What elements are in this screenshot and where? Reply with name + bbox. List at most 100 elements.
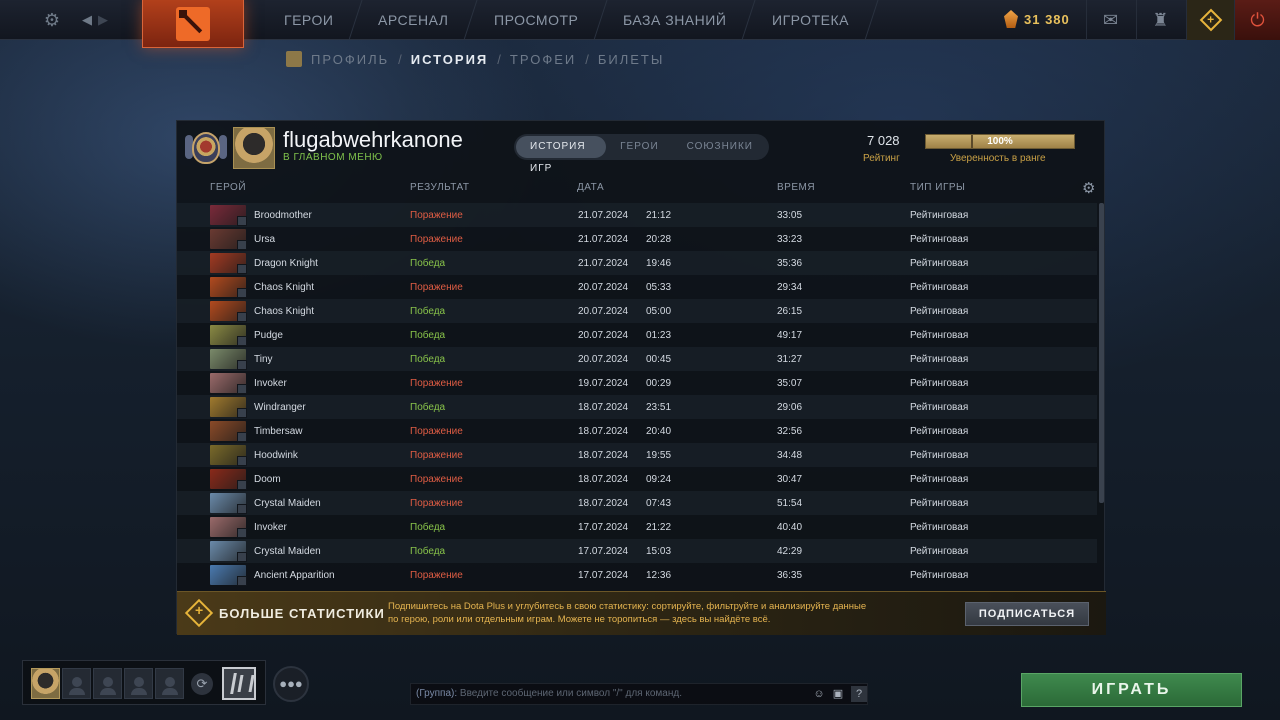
nav-arsenal[interactable]: АРСЕНАЛ (349, 0, 479, 40)
table-row[interactable]: Pudge Победа 20.07.2024 01:23 49:17 Рейтингов… (177, 323, 1097, 347)
table-row[interactable]: Ancient Apparition Поражение 17.07.2024 12:… (177, 563, 1097, 587)
game-mode: Рейтинговая (910, 258, 969, 269)
tab-match-history[interactable]: ИСТОРИЯ ИГР (516, 136, 607, 174)
nav-heroes[interactable]: ГЕРОИ (255, 0, 363, 40)
match-time: 15:03 (646, 546, 672, 557)
subnav-separator: / (497, 51, 501, 67)
forward-arrow-icon[interactable]: ▶ (96, 8, 110, 32)
play-button[interactable]: ИГРАТЬ (1021, 673, 1242, 707)
nav-learn[interactable]: БАЗА ЗНАНИЙ (594, 0, 757, 40)
game-mode: Рейтинговая (910, 234, 969, 245)
person-icon (134, 677, 144, 687)
tab-heroes[interactable]: ГЕРОИ (606, 136, 673, 158)
nav-arcade[interactable]: ИГРОТЕКА (743, 0, 879, 40)
match-date: 17.07.2024 (578, 522, 629, 533)
table-row[interactable]: Hoodwink Поражение 18.07.2024 19:55 34:48 Рей… (177, 443, 1097, 467)
party-slot-empty[interactable] (155, 668, 184, 699)
avatar[interactable] (233, 127, 275, 169)
match-duration: 36:35 (777, 570, 803, 581)
hero-portrait (210, 253, 247, 274)
subnav-tickets[interactable]: БИЛЕТЫ (598, 52, 665, 67)
table-row[interactable]: Broodmother Поражение 21.07.2024 21:12 33:05… (177, 203, 1097, 227)
party-slot-empty[interactable] (93, 668, 122, 699)
rating-label: Рейтинг (863, 153, 900, 164)
column-game-mode: ТИП ИГРЫ (910, 182, 966, 193)
table-row[interactable]: Doom Поражение 18.07.2024 09:24 30:47 Рейтинг… (177, 467, 1097, 491)
plus-banner-text: Подпишитесь на Dota Plus и углубитесь в … (388, 601, 867, 625)
table-row[interactable]: Invoker Поражение 19.07.2024 00:29 35:07 Рейт… (177, 371, 1097, 395)
friends-icon[interactable]: ●●● (273, 666, 309, 702)
game-mode: Рейтинговая (910, 450, 969, 461)
party-slot-empty[interactable] (124, 668, 153, 699)
nav-watch[interactable]: ПРОСМОТР (465, 0, 608, 40)
match-date: 20.07.2024 (578, 330, 629, 341)
table-row[interactable]: Crystal Maiden Победа 17.07.2024 15:03 42:29… (177, 539, 1097, 563)
table-row[interactable]: Ursa Поражение 21.07.2024 20:28 33:23 Рейтинг… (177, 227, 1097, 251)
mail-button[interactable]: ✉ (1086, 0, 1134, 40)
game-mode: Рейтинговая (910, 306, 969, 317)
match-duration: 34:48 (777, 450, 803, 461)
battle-cup-flag-icon[interactable] (222, 667, 256, 700)
rank-confidence-label: Уверенность в ранге (950, 153, 1046, 164)
chat-channel: (Группа): (416, 688, 458, 699)
tab-allies[interactable]: СОЮЗНИКИ (673, 136, 767, 158)
hero-portrait (210, 565, 247, 586)
table-row[interactable]: Timbersaw Поражение 18.07.2024 20:40 32:56 Ре… (177, 419, 1097, 443)
table-settings-gear-icon[interactable]: ⚙ (1082, 179, 1096, 197)
chat-input[interactable]: (Группа): Введите сообщение или символ "… (410, 683, 868, 705)
subnav-profile[interactable]: ПРОФИЛЬ (311, 52, 389, 67)
match-duration: 33:23 (777, 234, 803, 245)
hero-portrait (210, 493, 247, 514)
game-mode: Рейтинговая (910, 570, 969, 581)
column-duration: ВРЕМЯ (777, 182, 816, 193)
party-slot-self[interactable] (31, 668, 60, 699)
chat-wheel-icon[interactable]: ▣ (830, 686, 846, 702)
match-result: Победа (410, 258, 446, 269)
match-date: 21.07.2024 (578, 210, 629, 221)
table-row[interactable]: Windranger Победа 18.07.2024 23:51 29:06 Рейт… (177, 395, 1097, 419)
match-date: 18.07.2024 (578, 402, 629, 413)
table-row[interactable]: Dragon Knight Победа 21.07.2024 19:46 35:36 Р… (177, 251, 1097, 275)
table-row[interactable]: Chaos Knight Победа 20.07.2024 05:00 26:15 Ре… (177, 299, 1097, 323)
hero-name: Timbersaw (254, 426, 303, 437)
match-time: 20:40 (646, 426, 672, 437)
subnav-history[interactable]: ИСТОРИЯ (411, 52, 489, 67)
power-icon: ⏻ (1250, 9, 1265, 30)
subscribe-button[interactable]: ПОДПИСАТЬСЯ (965, 602, 1089, 626)
dota-plus-button[interactable]: + (1186, 0, 1234, 40)
match-result: Победа (410, 306, 446, 317)
back-arrow-icon[interactable]: ◀ (80, 8, 94, 32)
settings-gear-icon[interactable]: ⚙ (40, 8, 64, 32)
exit-button[interactable]: ⏻ (1234, 0, 1280, 40)
shards-currency[interactable]: 31 380 (1004, 10, 1070, 28)
armory-button[interactable]: ♜ (1136, 0, 1184, 40)
table-row[interactable]: Crystal Maiden Поражение 18.07.2024 07:43 51… (177, 491, 1097, 515)
match-result: Победа (410, 330, 446, 341)
match-date: 18.07.2024 (578, 450, 629, 461)
match-time: 09:24 (646, 474, 672, 485)
subnav-trophies[interactable]: ТРОФЕИ (510, 52, 576, 67)
role-icon (237, 456, 247, 466)
help-icon[interactable]: ? (851, 686, 867, 702)
table-row[interactable]: Tiny Победа 20.07.2024 00:45 31:27 Рейтингова… (177, 347, 1097, 371)
match-result: Победа (410, 546, 446, 557)
party-settings-icon[interactable]: ⟳ (191, 673, 213, 695)
top-bar: ⚙ ◀ ▶ ГЕРОИ АРСЕНАЛ ПРОСМОТР БАЗА ЗНАНИЙ… (0, 0, 1280, 48)
match-list-scrollbar[interactable] (1099, 203, 1104, 503)
match-time: 21:22 (646, 522, 672, 533)
game-mode: Рейтинговая (910, 282, 969, 293)
dota-logo-button[interactable] (142, 0, 244, 48)
match-result: Поражение (410, 378, 463, 389)
person-icon (103, 677, 113, 687)
rank-medal-icon[interactable] (185, 129, 227, 169)
hero-name: Invoker (254, 378, 287, 389)
game-mode: Рейтинговая (910, 426, 969, 437)
emoji-icon[interactable]: ☺ (811, 686, 827, 702)
role-icon (237, 552, 247, 562)
match-duration: 51:54 (777, 498, 803, 509)
table-row[interactable]: Chaos Knight Поражение 20.07.2024 05:33 29:3… (177, 275, 1097, 299)
hero-name: Pudge (254, 330, 283, 341)
table-row[interactable]: Invoker Победа 17.07.2024 21:22 40:40 Рейтинг… (177, 515, 1097, 539)
party-slot-empty[interactable] (62, 668, 91, 699)
match-date: 19.07.2024 (578, 378, 629, 389)
